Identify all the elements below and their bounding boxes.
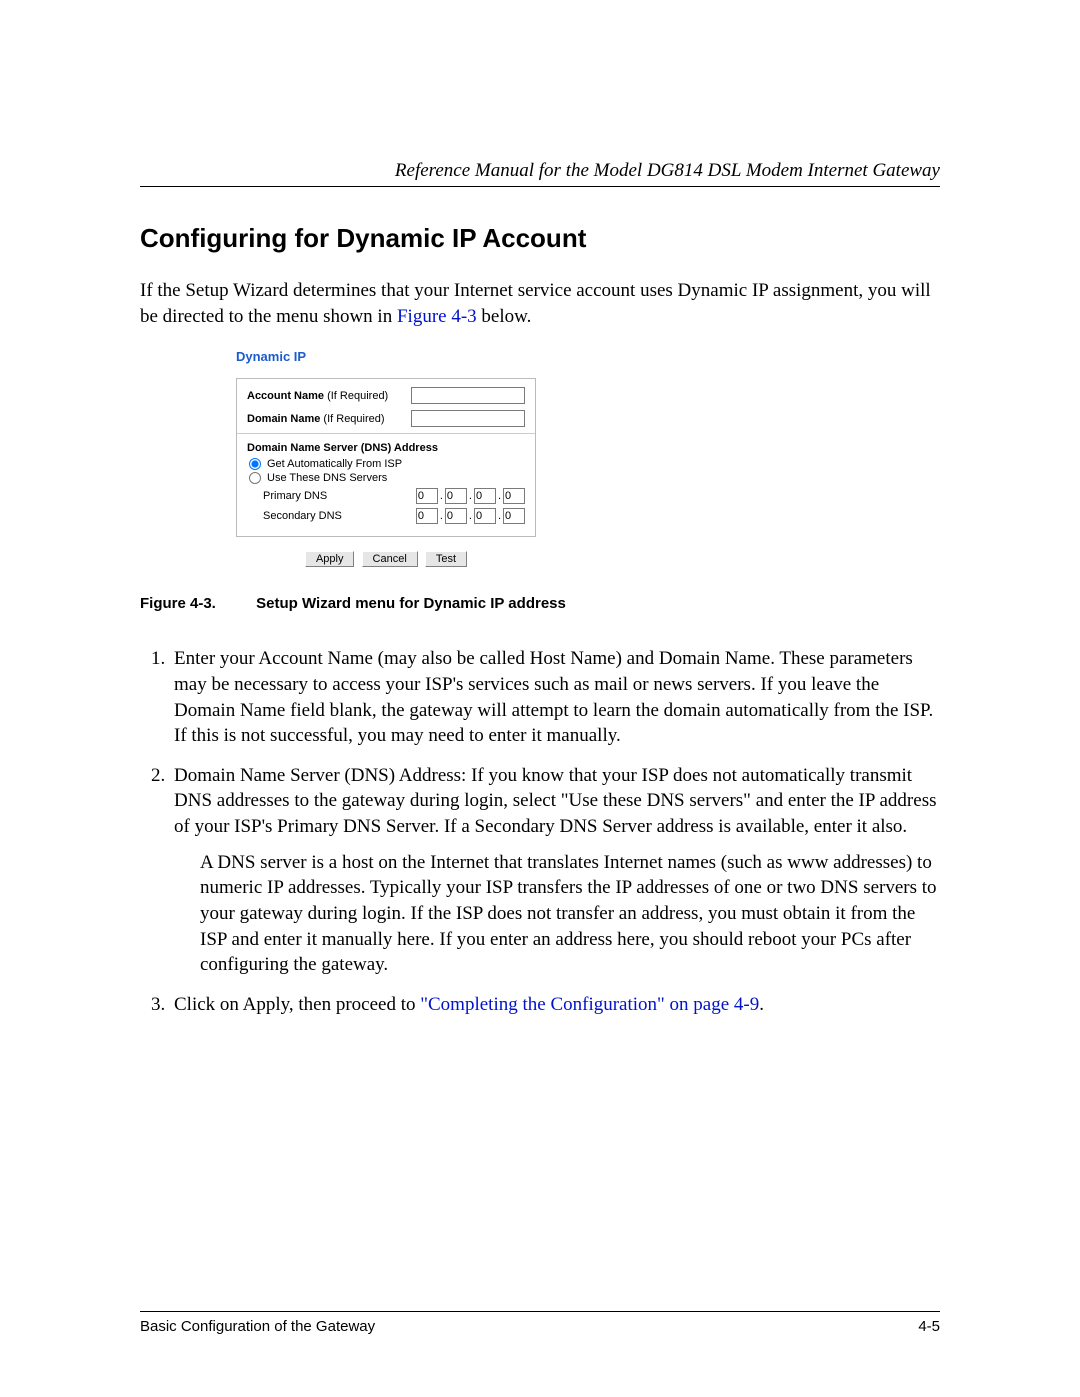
primary-dns-octet-1[interactable] bbox=[416, 488, 438, 504]
intro-paragraph: If the Setup Wizard determines that your… bbox=[140, 278, 940, 329]
radio-auto-isp-label: Get Automatically From ISP bbox=[267, 458, 402, 470]
account-name-input[interactable] bbox=[411, 387, 525, 404]
secondary-dns-octet-2[interactable] bbox=[445, 508, 467, 524]
step-2-note: A DNS server is a host on the Internet t… bbox=[200, 850, 940, 978]
domain-name-row: Domain Name (If Required) bbox=[247, 410, 525, 427]
dynamic-ip-panel: Account Name (If Required) Domain Name (… bbox=[236, 378, 536, 537]
document-page: Reference Manual for the Model DG814 DSL… bbox=[0, 0, 1080, 1397]
page-footer: Basic Configuration of the Gateway 4-5 bbox=[140, 1311, 940, 1335]
panel-separator bbox=[237, 433, 535, 434]
account-name-label: Account Name (If Required) bbox=[247, 390, 388, 402]
figure-caption-text: Setup Wizard menu for Dynamic IP address bbox=[256, 595, 566, 612]
figure-title: Dynamic IP bbox=[236, 349, 536, 364]
instruction-list: Enter your Account Name (may also be cal… bbox=[140, 646, 940, 1017]
primary-dns-octets: . . . bbox=[416, 488, 525, 504]
radio-use-dns-label: Use These DNS Servers bbox=[267, 472, 387, 484]
header-title: Reference Manual for the Model DG814 DSL… bbox=[140, 160, 940, 182]
intro-text-2: below. bbox=[477, 306, 532, 327]
page-header: Reference Manual for the Model DG814 DSL… bbox=[140, 160, 940, 187]
account-name-row: Account Name (If Required) bbox=[247, 387, 525, 404]
primary-dns-octet-2[interactable] bbox=[445, 488, 467, 504]
primary-dns-octet-4[interactable] bbox=[503, 488, 525, 504]
figure-reference-link[interactable]: Figure 4-3 bbox=[397, 306, 477, 327]
dns-heading: Domain Name Server (DNS) Address bbox=[247, 442, 525, 454]
step-3: Click on Apply, then proceed to "Complet… bbox=[170, 992, 940, 1018]
radio-auto-isp-input[interactable] bbox=[249, 458, 261, 470]
footer-rule bbox=[140, 1311, 940, 1312]
secondary-dns-octets: . . . bbox=[416, 508, 525, 524]
step-1: Enter your Account Name (may also be cal… bbox=[170, 646, 940, 749]
secondary-dns-octet-1[interactable] bbox=[416, 508, 438, 524]
secondary-dns-label: Secondary DNS bbox=[263, 510, 342, 522]
step-2: Domain Name Server (DNS) Address: If you… bbox=[170, 763, 940, 978]
domain-name-input[interactable] bbox=[411, 410, 525, 427]
domain-name-label: Domain Name (If Required) bbox=[247, 413, 385, 425]
figure-caption: Figure 4-3. Setup Wizard menu for Dynami… bbox=[140, 595, 940, 612]
secondary-dns-row: Secondary DNS . . . bbox=[263, 508, 525, 524]
section-heading: Configuring for Dynamic IP Account bbox=[140, 223, 940, 254]
radio-auto-isp[interactable]: Get Automatically From ISP bbox=[249, 458, 525, 470]
apply-button[interactable]: Apply bbox=[305, 551, 355, 567]
figure-number: Figure 4-3. bbox=[140, 595, 252, 612]
secondary-dns-octet-4[interactable] bbox=[503, 508, 525, 524]
completing-configuration-link[interactable]: "Completing the Configuration" on page 4… bbox=[420, 994, 759, 1015]
button-row: Apply Cancel Test bbox=[236, 551, 536, 567]
figure-dynamic-ip: Dynamic IP Account Name (If Required) Do… bbox=[236, 349, 940, 567]
primary-dns-label: Primary DNS bbox=[263, 490, 327, 502]
cancel-button[interactable]: Cancel bbox=[362, 551, 418, 567]
primary-dns-octet-3[interactable] bbox=[474, 488, 496, 504]
footer-left: Basic Configuration of the Gateway bbox=[140, 1318, 375, 1335]
radio-use-dns-input[interactable] bbox=[249, 472, 261, 484]
secondary-dns-octet-3[interactable] bbox=[474, 508, 496, 524]
primary-dns-row: Primary DNS . . . bbox=[263, 488, 525, 504]
footer-right: 4-5 bbox=[918, 1318, 940, 1335]
radio-use-dns[interactable]: Use These DNS Servers bbox=[249, 472, 525, 484]
test-button[interactable]: Test bbox=[425, 551, 467, 567]
intro-text-1: If the Setup Wizard determines that your… bbox=[140, 280, 931, 327]
